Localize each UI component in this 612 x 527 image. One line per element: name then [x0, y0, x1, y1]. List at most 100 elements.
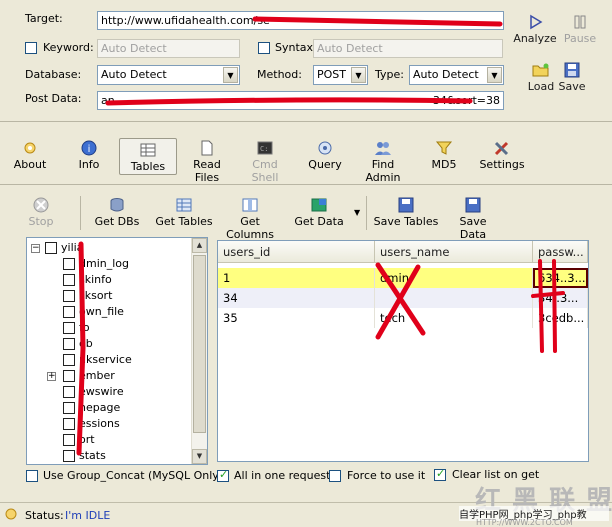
tab-find-admin[interactable]: Find Admin: [355, 140, 411, 184]
tree-checkbox[interactable]: [63, 338, 75, 350]
tree-checkbox[interactable]: [63, 322, 75, 334]
table-row[interactable]: 1 dmin 634..3...: [218, 268, 588, 288]
chevron-down-icon: ▼: [223, 67, 238, 83]
tab-label: Query: [308, 158, 342, 171]
table-row[interactable]: 35 tech 3cedb...: [218, 308, 588, 328]
save-tables-button[interactable]: Save Tables: [373, 197, 439, 228]
tab-tables[interactable]: Tables: [119, 138, 177, 175]
tree-item[interactable]: stats: [27, 448, 187, 464]
stop-icon: [33, 197, 49, 213]
tree-item-label: skinfo: [79, 273, 112, 286]
force-checkbox[interactable]: [329, 470, 341, 482]
syntax-checkbox[interactable]: [258, 42, 270, 54]
get-data-button[interactable]: Get Data: [292, 197, 346, 228]
terminal-icon: C:: [257, 141, 273, 155]
tree-item[interactable]: nepage: [27, 400, 187, 416]
clear-list-checkbox[interactable]: [434, 467, 446, 481]
tab-about[interactable]: About: [10, 140, 50, 171]
tab-info[interactable]: i Info: [70, 140, 108, 171]
keyword-input[interactable]: Auto Detect: [97, 39, 240, 58]
expand-icon[interactable]: +: [47, 372, 56, 381]
get-dbs-button[interactable]: Get DBs: [92, 197, 142, 228]
scroll-up-icon[interactable]: ▲: [192, 238, 207, 253]
method-select[interactable]: POST ▼: [313, 65, 368, 85]
pause-label: Pause: [563, 32, 597, 45]
tree-checkbox[interactable]: [63, 306, 75, 318]
tab-read-files[interactable]: Read Files: [180, 140, 234, 184]
method-label: Method:: [257, 68, 302, 81]
tree-item[interactable]: essions: [27, 416, 187, 432]
collapse-icon[interactable]: −: [31, 244, 40, 253]
tab-label: Info: [78, 158, 100, 171]
tree-checkbox[interactable]: [63, 354, 75, 366]
database-label: Database:: [25, 68, 82, 81]
tree-item[interactable]: ewswire: [27, 384, 187, 400]
data-grid[interactable]: users_id users_name passw... 1 dmin 634.…: [217, 240, 589, 462]
tree-item[interactable]: skinfo: [27, 272, 187, 288]
tree-scrollbar[interactable]: ▲ ▼: [191, 238, 207, 464]
database-select-value: Auto Detect: [101, 68, 167, 81]
tab-label: MD5: [431, 158, 457, 171]
tree-checkbox[interactable]: [63, 258, 75, 270]
data-grid-icon: [311, 198, 327, 212]
load-button[interactable]: Load: [524, 62, 558, 93]
tree-item[interactable]: fo: [27, 320, 187, 336]
status-value: I'm IDLE: [65, 509, 111, 522]
tree-checkbox[interactable]: [63, 274, 75, 286]
tab-settings[interactable]: Settings: [479, 140, 525, 171]
database-select[interactable]: Auto Detect ▼: [97, 65, 240, 85]
tab-cmd-shell[interactable]: C: Cmd Shell: [240, 140, 290, 184]
tree-item-label: ob: [79, 337, 93, 350]
tree-checkbox[interactable]: [63, 386, 75, 398]
tree-root[interactable]: − yilia: [27, 240, 187, 256]
tab-md5[interactable]: MD5: [428, 140, 460, 171]
tree-checkbox[interactable]: [45, 242, 57, 254]
pause-button[interactable]: Pause: [561, 14, 599, 45]
dropdown-arrow-icon[interactable]: ▼: [354, 208, 360, 217]
table-tree[interactable]: − yilia dmin_log skinfo sksort own_file …: [26, 237, 208, 465]
keyword-checkbox[interactable]: [25, 42, 37, 54]
save-label: Save: [558, 80, 586, 93]
analyze-button[interactable]: Analyze: [513, 14, 557, 45]
grid-cell: 34..3...: [533, 288, 588, 308]
tab-label: About: [13, 158, 47, 171]
type-select[interactable]: Auto Detect ▼: [409, 65, 504, 85]
group-concat-label: Use Group_Concat (MySQL Only): [43, 469, 224, 482]
tree-item[interactable]: nkservice: [27, 352, 187, 368]
analyze-label: Analyze: [513, 32, 557, 45]
grid-header-users-name[interactable]: users_name: [375, 241, 533, 263]
tab-query[interactable]: Query: [305, 140, 345, 171]
target-input[interactable]: http://www.ufidahealth.com/se: [97, 11, 504, 30]
scroll-down-icon[interactable]: ▼: [192, 449, 207, 464]
save-button[interactable]: Save: [557, 62, 587, 93]
tree-checkbox[interactable]: [63, 418, 75, 430]
tree-item[interactable]: ob: [27, 336, 187, 352]
tree-checkbox[interactable]: [63, 370, 75, 382]
tree-checkbox[interactable]: [63, 402, 75, 414]
tree-item[interactable]: + ember: [27, 368, 187, 384]
tree-checkbox[interactable]: [63, 450, 75, 462]
postdata-input[interactable]: an 34&sort=38: [97, 91, 504, 110]
tree-checkbox[interactable]: [63, 290, 75, 302]
tab-label: Tables: [130, 160, 166, 173]
columns-icon: [242, 198, 258, 212]
tree-item[interactable]: ort: [27, 432, 187, 448]
tree-item[interactable]: own_file: [27, 304, 187, 320]
tree-item[interactable]: dmin_log: [27, 256, 187, 272]
grid-header-users-id[interactable]: users_id: [218, 241, 375, 263]
get-tables-button[interactable]: Get Tables: [155, 197, 213, 228]
group-concat-checkbox[interactable]: [26, 470, 38, 482]
force-label: Force to use it: [347, 469, 426, 482]
scroll-thumb[interactable]: [193, 255, 206, 433]
svg-text:C:: C:: [260, 145, 268, 153]
stop-button[interactable]: Stop: [26, 197, 56, 228]
save-data-button[interactable]: Save Data: [445, 197, 501, 241]
grid-header-password[interactable]: passw...: [533, 241, 588, 263]
tree-item[interactable]: sksort: [27, 288, 187, 304]
all-in-one-checkbox[interactable]: [217, 468, 229, 482]
grid-cell: 1: [218, 268, 375, 288]
tree-checkbox[interactable]: [63, 434, 75, 446]
table-row[interactable]: 34 34..3...: [218, 288, 588, 308]
get-columns-button[interactable]: Get Columns: [217, 197, 283, 241]
syntax-input[interactable]: Auto Detect: [313, 39, 503, 58]
